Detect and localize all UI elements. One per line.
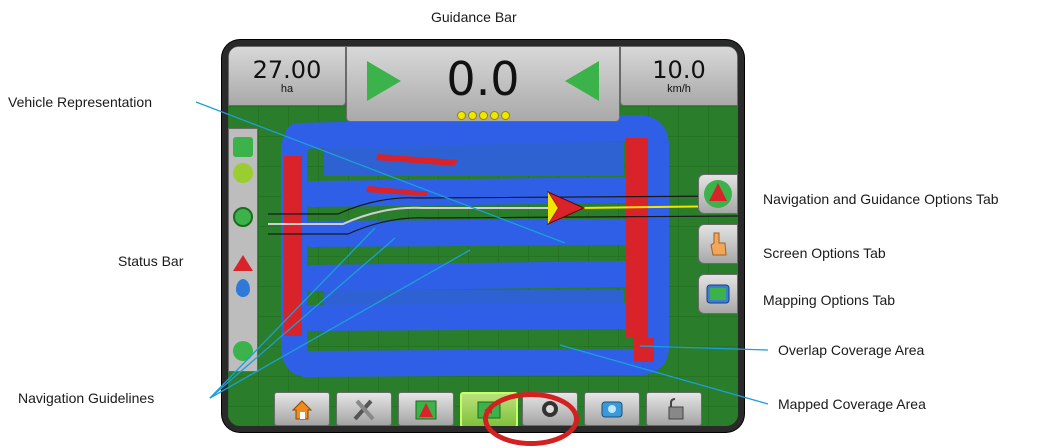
status-bar[interactable] [228,128,258,372]
area-value: 27.00 [252,56,322,84]
callout-guidance-bar: Guidance Bar [431,9,517,25]
home-button[interactable] [274,392,330,426]
home-icon [291,400,313,420]
rate-control-icon [236,279,250,297]
callout-overlap-coverage: Overlap Coverage Area [778,342,925,358]
area-applied-box[interactable]: 27.00 ha [228,46,346,106]
tools-icon [353,399,375,421]
display-screen: 27.00 ha 0.0 10.0 km/h [228,46,738,426]
speed-unit: km/h [667,83,691,95]
boom-status-icon [233,137,253,157]
unlock-button[interactable] [646,392,702,426]
job-icon [415,400,437,420]
display-device: 27.00 ha 0.0 10.0 km/h [222,40,744,432]
callout-vehicle-representation: Vehicle Representation [8,94,152,110]
map-icon [706,284,730,304]
tools-button[interactable] [336,392,392,426]
camera-button[interactable] [584,392,640,426]
navigation-guidance-options-tab[interactable] [698,174,738,214]
steering-status-icon [233,207,253,227]
camera-icon [601,401,623,418]
operator-alert-icon [233,255,253,271]
steer-right-arrow-icon [565,61,599,101]
hand-icon [710,232,727,256]
unlock-icon [668,398,684,420]
screen-options-tab[interactable] [698,224,738,264]
lightbar-dots-icon [347,107,619,125]
tilt-status-icon [233,341,253,361]
callout-navigation-guidance-tab: Navigation and Guidance Options Tab [763,191,999,207]
speed-box[interactable]: 10.0 km/h [620,46,738,106]
callout-mapped-coverage: Mapped Coverage Area [778,396,926,412]
callout-status-bar: Status Bar [118,253,184,269]
highlight-ring [483,392,579,446]
gnss-status-icon [233,163,253,183]
callout-navigation-guidelines: Navigation Guidelines [18,390,155,406]
callout-mapping-options-tab: Mapping Options Tab [763,292,896,308]
speed-value: 10.0 [652,56,706,84]
callout-screen-options-tab: Screen Options Tab [763,245,886,261]
mapping-options-tab[interactable] [698,274,738,314]
job-button[interactable] [398,392,454,426]
navigation-options-icon [704,180,732,208]
area-unit: ha [280,83,294,95]
guidance-bar[interactable]: 0.0 [346,46,620,122]
